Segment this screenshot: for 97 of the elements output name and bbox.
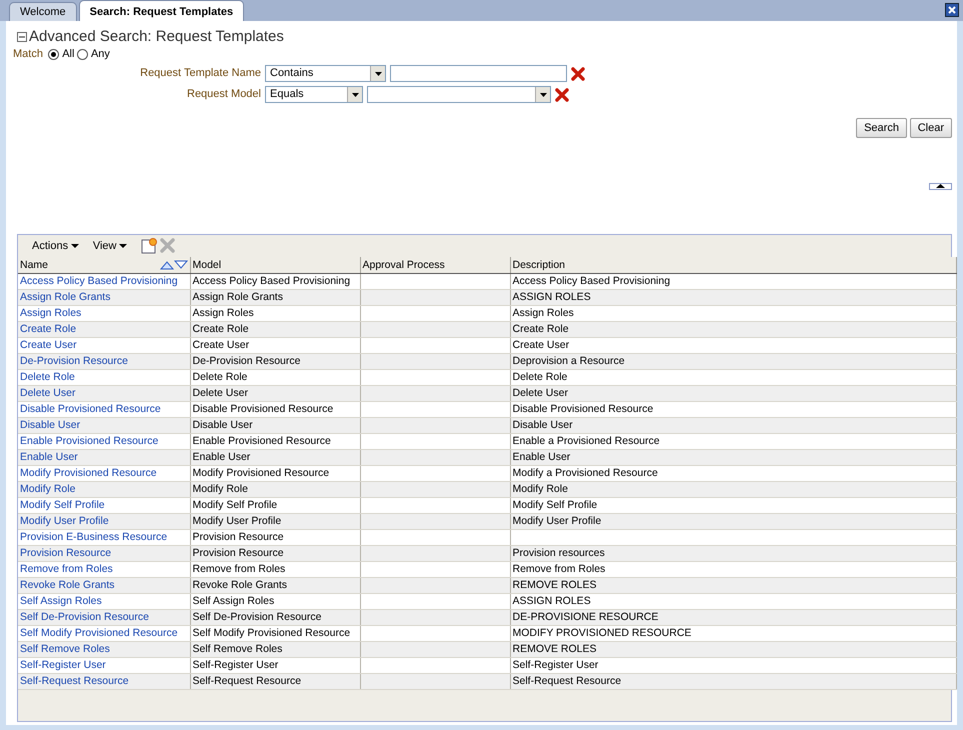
toolbar-menu[interactable]: View (92, 238, 128, 254)
table-cell: Disable User (190, 417, 360, 433)
column-header[interactable]: Model (190, 257, 360, 273)
table-cell: Modify Role (190, 481, 360, 497)
table-cell: Provision Resource (190, 545, 360, 561)
caret-icon[interactable] (352, 92, 358, 96)
table-cell: Deprovision a Resource (510, 353, 956, 369)
template-link[interactable]: Enable Provisioned Resource (20, 434, 158, 446)
search-button[interactable]: Search (856, 118, 907, 138)
template-link[interactable]: Access Policy Based Provisioning (20, 274, 178, 286)
new-icon[interactable] (141, 238, 158, 254)
table-cell: DE-PROVISIONE RESOURCE (510, 609, 956, 625)
field-label: Request Template Name (139, 66, 261, 82)
radio-label: All (62, 47, 74, 62)
table-cell: Assign Role Grants (190, 289, 360, 305)
table-cell: MODIFY PROVISIONED RESOURCE (510, 625, 956, 641)
close-icon[interactable] (945, 3, 959, 17)
table-cell: Assign Roles (510, 305, 956, 321)
table-cell: Disable Provisioned Resource (510, 401, 956, 417)
clear-button[interactable]: Clear (910, 118, 952, 138)
table-cell: Self Remove Roles (190, 641, 360, 657)
table-cell: Self Assign Roles (190, 593, 360, 609)
remove-icon[interactable] (555, 88, 569, 102)
table-cell: Create User (510, 337, 956, 353)
table-cell: Enable User (190, 449, 360, 465)
section-title: Advanced Search: Request Templates (29, 28, 284, 46)
table-cell: Modify a Provisioned Resource (510, 465, 956, 481)
table-cell: Modify Role (510, 481, 956, 497)
table-cell: REMOVE ROLES (510, 577, 956, 593)
table-cell: Create Role (510, 321, 956, 337)
table-cell: Self De-Provision Resource (190, 609, 360, 625)
table-cell: Modify User Profile (510, 513, 956, 529)
column-header[interactable]: Description (510, 257, 956, 273)
table-cell: Remove from Roles (190, 561, 360, 577)
operator-dropdown[interactable]: Equals (265, 86, 363, 103)
table-cell: Delete Role (190, 369, 360, 385)
caret-icon[interactable] (70, 244, 79, 248)
column-header[interactable]: Name (20, 258, 48, 272)
caret-icon[interactable] (374, 72, 382, 76)
triangle-icon[interactable] (936, 184, 945, 188)
template-link[interactable]: Self Modify Provisioned Resource (20, 626, 178, 638)
table-cell: ASSIGN ROLES (510, 289, 956, 305)
template-link[interactable]: Modify Provisioned Resource (20, 466, 157, 478)
table-cell: Provision resources (510, 545, 956, 561)
table-cell: Enable Provisioned Resource (190, 433, 360, 449)
template-link[interactable]: Provision E-Business Resource (20, 530, 168, 542)
radio-button[interactable] (77, 49, 88, 60)
table-cell: Enable User (510, 449, 956, 465)
column-header[interactable]: Approval Process (360, 257, 510, 273)
template-link[interactable]: Self Assign Roles (20, 594, 102, 606)
template-link[interactable]: Modify Self Profile (20, 498, 105, 510)
remove-icon[interactable] (571, 66, 585, 80)
table-cell: Create User (190, 337, 360, 353)
table-cell: Modify Self Profile (510, 497, 956, 513)
table-cell: Assign Roles (190, 305, 360, 321)
operator-dropdown[interactable]: Contains (265, 65, 386, 82)
table-cell: Self-Request Resource (190, 673, 360, 689)
table-cell: Delete User (190, 385, 360, 401)
value-field[interactable] (390, 65, 567, 82)
sort-icon[interactable] (160, 260, 188, 270)
toolbar-menu[interactable]: Actions (32, 238, 79, 254)
template-link[interactable]: Create User (20, 338, 77, 350)
template-link[interactable]: Assign Roles (20, 306, 82, 318)
table-cell: Disable Provisioned Resource (190, 401, 360, 417)
collapse-button[interactable] (929, 182, 952, 190)
table-cell: Self-Register User (190, 657, 360, 673)
table-cell: Remove from Roles (510, 561, 956, 577)
table-cell: Modify User Profile (190, 513, 360, 529)
template-link[interactable]: Remove from Roles (20, 562, 113, 574)
table-cell: Create Role (190, 321, 360, 337)
tab[interactable]: Welcome (9, 2, 77, 21)
tab[interactable]: Search: Request Templates (78, 0, 244, 21)
table-cell: Access Policy Based Provisioning (510, 273, 956, 289)
table-cell: Enable a Provisioned Resource (510, 433, 956, 449)
caret-icon[interactable] (119, 244, 128, 248)
template-link[interactable]: Disable Provisioned Resource (20, 402, 161, 414)
table-cell: Delete Role (510, 369, 956, 385)
table-cell: Self-Register User (510, 657, 956, 673)
table-cell: Modify Self Profile (190, 497, 360, 513)
table-cell: Provision Resource (190, 529, 360, 545)
table-cell: Disable User (510, 417, 956, 433)
table-cell: Self-Request Resource (510, 673, 956, 689)
template-link[interactable]: Delete Role (20, 370, 75, 382)
table-cell: Delete User (510, 385, 956, 401)
table-cell: Self Modify Provisioned Resource (190, 625, 360, 641)
table-cell: REMOVE ROLES (510, 641, 956, 657)
table-cell: De-Provision Resource (190, 353, 360, 369)
radio-button[interactable] (48, 49, 60, 60)
table-cell: Revoke Role Grants (190, 577, 360, 593)
template-link[interactable]: Self-Register User (20, 658, 106, 670)
caret-icon[interactable] (540, 92, 546, 96)
table-cell: ASSIGN ROLES (510, 593, 956, 609)
radio-label: Any (90, 47, 110, 62)
match-label: Match (13, 47, 43, 62)
table-cell: Access Policy Based Provisioning (190, 273, 360, 289)
field-label: Request Model (186, 87, 261, 102)
table-cell: Modify Provisioned Resource (190, 465, 360, 481)
